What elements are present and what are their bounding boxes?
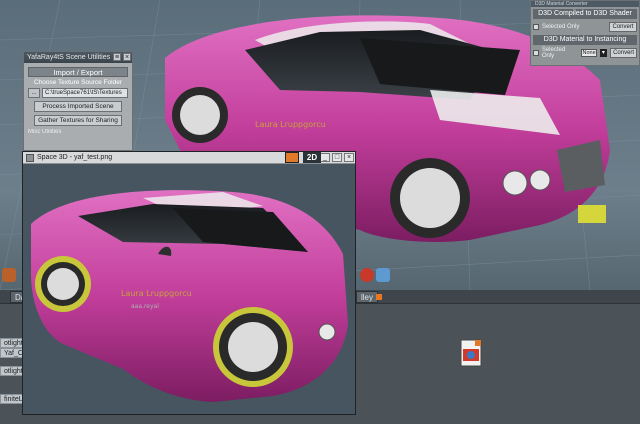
import-export-section[interactable]: Import / Export [28, 67, 128, 77]
red-sphere-icon[interactable] [360, 268, 374, 282]
texture-path-row: ... C:\trueSpace761\tS\Textures [28, 88, 128, 98]
texture-path-field[interactable]: C:\trueSpace761\tS\Textures [42, 88, 128, 98]
chevron-down-icon[interactable]: ▾ [599, 49, 608, 57]
maximize-button[interactable]: □ [332, 153, 342, 162]
brush-tool-icon[interactable] [376, 268, 390, 282]
mode-2d-button[interactable]: 2D [303, 152, 321, 163]
browse-folder-button[interactable]: ... [28, 88, 40, 98]
render-decal-text: Laura Lruppgorcu [121, 289, 192, 298]
process-imported-scene-button[interactable]: Process Imported Scene [34, 101, 122, 112]
d3d-compiled-section: D3D Compiled to D3D Shader [533, 9, 637, 19]
menu-icon[interactable]: ≡ [113, 53, 121, 61]
space-3d-title: Space 3D - yaf_test.png [37, 154, 113, 161]
orange-marker-icon [376, 294, 382, 300]
render-preview-canvas[interactable]: Laura Lruppgorcu aaa.reyal [23, 164, 355, 414]
instancing-dropdown[interactable]: None [580, 49, 597, 57]
space-3d-window[interactable]: Space 3D - yaf_test.png _ □ × Laura Lrup… [22, 151, 356, 415]
d3d-material-converter-panel: D3D Material Converter D3D Compiled to D… [530, 0, 640, 66]
d3d-panel-header: D3D Material Converter [531, 1, 639, 7]
selected-only-label-1: Selected Only [542, 24, 580, 30]
selected-only-label-2: Selected Only [541, 47, 566, 59]
close-button[interactable]: × [344, 153, 354, 162]
render-decal-subtext: aaa.reyal [131, 303, 159, 310]
d3d-instancing-section: D3D Material to Instancing [533, 35, 637, 45]
d3d-compiled-row: Selected Only Convert [533, 21, 637, 33]
yafaray-panel-title: YafaRay4tS Scene Utilities [27, 54, 111, 61]
minimize-button[interactable]: _ [320, 153, 330, 162]
selected-only-checkbox-1[interactable] [533, 24, 539, 30]
selected-only-checkbox-2[interactable] [533, 50, 539, 56]
window-icon [26, 154, 34, 162]
yafaray-scene-utilities-panel: YafaRay4tS Scene Utilities ≡ × Import / … [23, 51, 133, 151]
d3d-instancing-row: Selected Only None ▾ Convert [533, 47, 637, 59]
image-file-icon[interactable] [460, 339, 484, 369]
convert-button-1[interactable]: Convert [609, 22, 637, 32]
misc-utilities-peek: Misc Utilities [28, 129, 62, 135]
close-icon[interactable]: × [123, 53, 131, 61]
convert-button-2[interactable]: Convert [610, 48, 637, 58]
texture-source-caption: Choose Texture Source Folder [33, 79, 123, 86]
render-mode-icon[interactable] [285, 152, 299, 163]
tool-icon-left[interactable] [2, 268, 16, 282]
yafaray-panel-titlebar[interactable]: YafaRay4tS Scene Utilities ≡ × [24, 52, 132, 63]
gather-textures-button[interactable]: Gather Textures for Sharing [34, 115, 122, 126]
car-decal-text: Laura Lruppgorcu [255, 120, 326, 129]
tab-lley[interactable]: lley [356, 291, 379, 303]
